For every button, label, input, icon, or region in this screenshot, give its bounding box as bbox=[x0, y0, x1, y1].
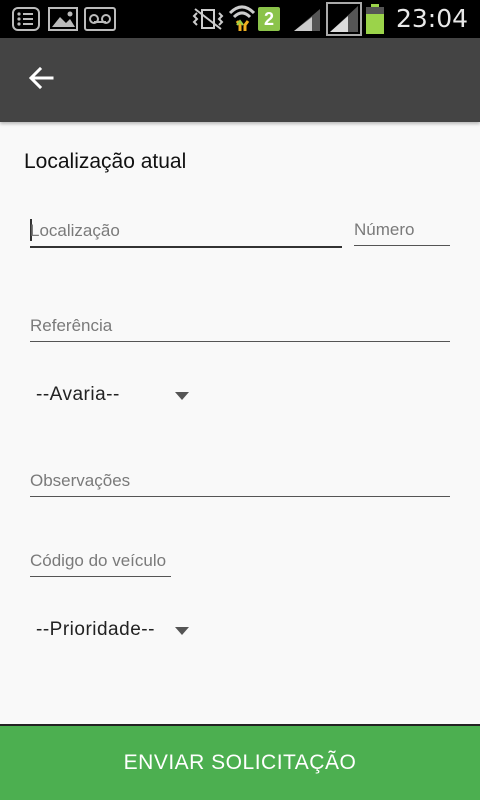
clock: 23:04 bbox=[395, 4, 468, 33]
notes-input[interactable]: Observações bbox=[30, 459, 450, 497]
signal-icon bbox=[292, 7, 322, 38]
back-button[interactable] bbox=[18, 58, 64, 102]
image-icon bbox=[48, 7, 78, 36]
reference-input[interactable]: Referência bbox=[30, 304, 450, 342]
number-input[interactable]: Número bbox=[354, 208, 450, 246]
location-placeholder: Localização bbox=[30, 221, 120, 240]
signal-icon bbox=[326, 2, 362, 41]
dropdown-arrow-icon bbox=[175, 627, 189, 635]
submit-request-button[interactable]: ENVIAR SOLICITAÇÃO bbox=[0, 724, 480, 800]
app-bar bbox=[0, 38, 480, 122]
status-bar: 2 23:04 bbox=[0, 0, 480, 38]
wifi-icon bbox=[228, 3, 256, 38]
voicemail-icon bbox=[84, 7, 116, 36]
vehicle-code-input[interactable]: Código do veículo bbox=[30, 539, 171, 577]
arrow-back-icon bbox=[28, 66, 54, 95]
priority-select-value: --Prioridade-- bbox=[36, 619, 155, 640]
reference-placeholder: Referência bbox=[30, 316, 113, 335]
battery-icon bbox=[366, 4, 384, 39]
damage-select[interactable]: --Avaria-- bbox=[36, 374, 196, 418]
submit-request-label: ENVIAR SOLICITAÇÃO bbox=[123, 751, 357, 774]
notes-placeholder: Observações bbox=[30, 471, 131, 490]
dropdown-arrow-icon bbox=[175, 392, 189, 400]
number-placeholder: Número bbox=[354, 220, 415, 239]
section-title: Localização atual bbox=[24, 150, 187, 173]
sim-badge: 2 bbox=[258, 7, 280, 31]
vibrate-icon bbox=[192, 7, 224, 36]
vehicle-code-placeholder: Código do veículo bbox=[30, 551, 167, 570]
notes-icon bbox=[12, 7, 40, 36]
priority-select[interactable]: --Prioridade-- bbox=[36, 609, 196, 653]
location-input[interactable]: Localização bbox=[30, 208, 342, 248]
damage-select-value: --Avaria-- bbox=[36, 384, 120, 405]
